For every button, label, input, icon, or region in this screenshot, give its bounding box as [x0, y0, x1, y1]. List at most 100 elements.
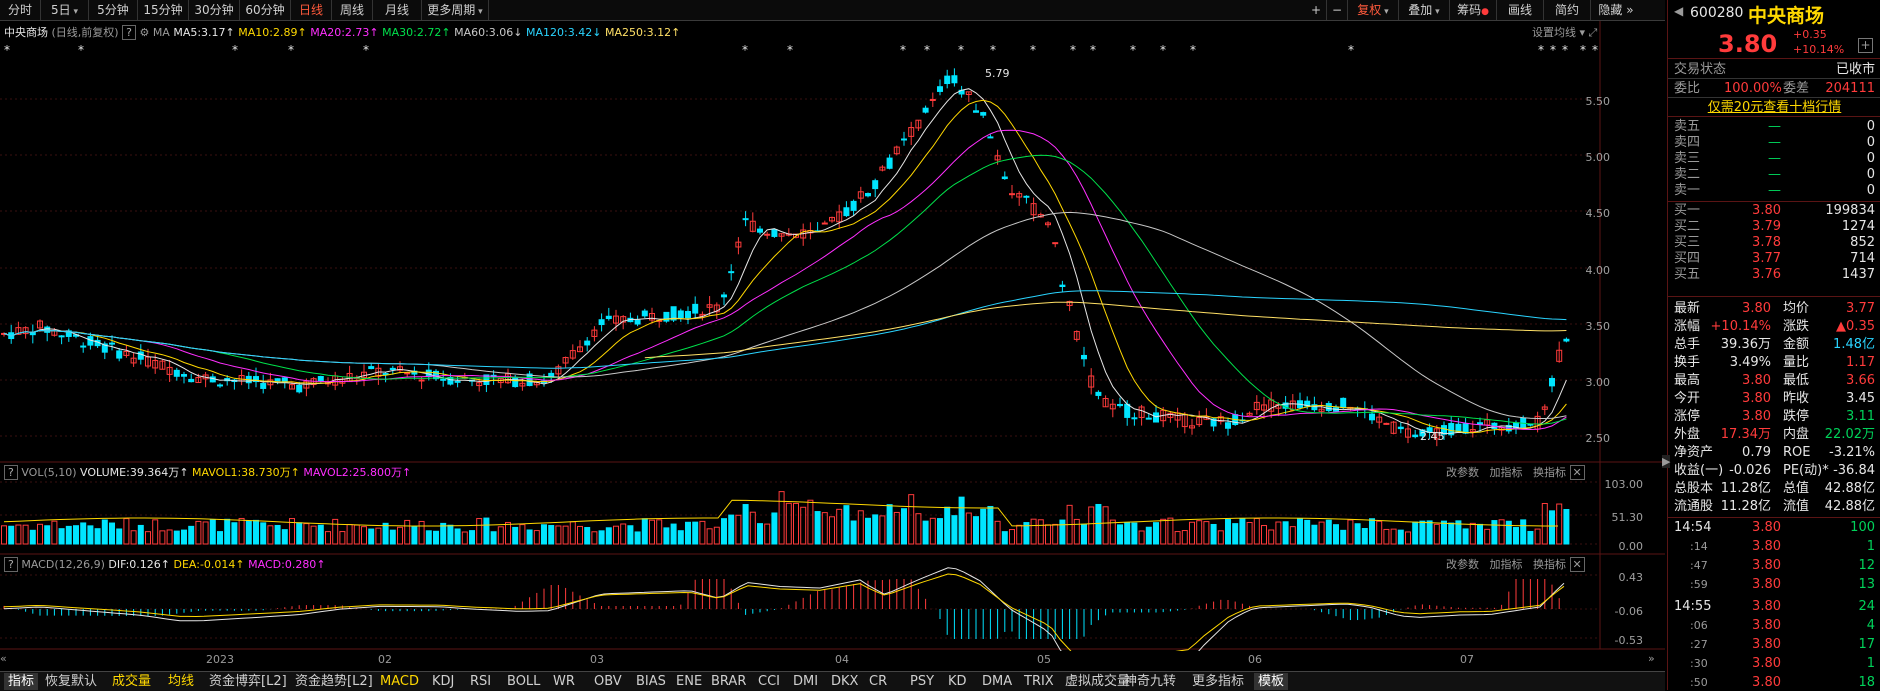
collapse-left-icon[interactable]: ◀	[1674, 4, 1683, 18]
simple-button[interactable]: 简约	[1544, 0, 1591, 20]
indicator-tab-4[interactable]: 资金博弈[L2]	[209, 673, 287, 690]
candle-body	[721, 294, 727, 298]
candle-body	[1563, 338, 1570, 342]
edit-params-button[interactable]: 改参数	[1446, 466, 1479, 479]
indicator-tab-15[interactable]: CCI	[758, 673, 780, 690]
volume-bar	[1124, 522, 1131, 545]
level2-promo-link[interactable]: 仅需20元查看十档行情	[1668, 99, 1880, 117]
stat-value: -3.21%	[1829, 445, 1875, 460]
level-price: 3.79	[1752, 219, 1781, 234]
volume-bar	[433, 530, 439, 545]
indicator-tab-9[interactable]: BOLL	[507, 673, 540, 690]
edit-params-button[interactable]: 改参数	[1446, 558, 1479, 571]
add-watchlist-icon[interactable]: +	[1858, 38, 1873, 53]
stat-value: ▲0.35	[1836, 319, 1875, 334]
indicator-tab-22[interactable]: TRIX	[1024, 673, 1054, 690]
volume-bar	[1253, 518, 1260, 545]
indicator-tab-1[interactable]: 恢复默认	[45, 673, 97, 690]
period-tab-60min[interactable]: 60分钟	[240, 0, 291, 20]
scroll-right-icon[interactable]: »	[1648, 652, 1655, 665]
draw-line-button[interactable]: 画线	[1497, 0, 1544, 20]
stat-value: 17.34万	[1720, 427, 1771, 442]
quote-header: ◀ 600280 中央商场 3.80 +0.35 +10.14% +	[1668, 0, 1880, 59]
stat-value: 3.11	[1846, 409, 1875, 424]
candle-body	[1131, 417, 1138, 420]
hide-button[interactable]: 隐藏 »	[1591, 0, 1641, 20]
volume-bar	[116, 528, 123, 545]
indicator-tab-6[interactable]: MACD	[380, 673, 419, 690]
indicator-tab-11[interactable]: OBV	[594, 673, 622, 690]
stat-row: 外盘 17.34万 内盘 22.02万	[1668, 426, 1880, 443]
overlay-button[interactable]: 叠加	[1399, 0, 1450, 20]
period-tab-30min[interactable]: 30分钟	[189, 0, 240, 20]
stat-label: ROE	[1783, 445, 1811, 460]
period-tab-timeshare[interactable]: 分时	[0, 0, 41, 20]
indicator-tab-19[interactable]: PSY	[910, 673, 934, 690]
macd-tick: -0.06	[1614, 605, 1643, 618]
close-icon[interactable]: ✕	[1569, 557, 1585, 572]
candle-body	[641, 310, 648, 317]
add-indicator-button[interactable]: 加指标	[1490, 558, 1523, 571]
period-tab-weekly[interactable]: 周线	[332, 0, 373, 20]
level-price: 3.78	[1752, 235, 1781, 250]
candle-body	[764, 233, 771, 236]
indicator-tab-14[interactable]: BRAR	[711, 673, 746, 690]
volume-bar	[1541, 503, 1548, 545]
indicator-tab-12[interactable]: BIAS	[636, 673, 666, 690]
indicator-tab-23[interactable]: 虚拟成交量	[1065, 673, 1130, 690]
candle-body	[109, 342, 115, 345]
candle-body	[188, 378, 195, 383]
volume-bar	[152, 519, 159, 545]
macd-header: ? MACD(12,26,9) DIF:0.126↑ DEA:-0.014↑ M…	[4, 557, 326, 573]
volume-bar	[1189, 521, 1195, 545]
event-marker: *	[1030, 43, 1036, 57]
indicator-tab-20[interactable]: KD	[948, 673, 967, 690]
indicator-tab-0[interactable]: 指标	[4, 673, 39, 690]
trade-status-row: 交易状态 已收市	[1668, 61, 1880, 79]
indicator-tab-18[interactable]: CR	[869, 673, 887, 690]
period-tab-5min[interactable]: 5分钟	[89, 0, 138, 20]
period-tab-daily[interactable]: 日线	[291, 0, 332, 20]
candle-body	[1081, 354, 1087, 360]
indicator-tab-7[interactable]: KDJ	[432, 673, 454, 690]
indicator-tab-5[interactable]: 资金趋势[L2]	[295, 673, 373, 690]
zoom-out-button[interactable]: −	[1327, 0, 1348, 20]
zoom-in-button[interactable]: +	[1306, 0, 1327, 20]
indicator-tab-13[interactable]: ENE	[676, 673, 702, 690]
switch-indicator-button[interactable]: 换指标	[1533, 466, 1566, 479]
switch-indicator-button[interactable]: 换指标	[1533, 558, 1566, 571]
indicator-tab-2[interactable]: 成交量	[112, 673, 151, 690]
indicator-tab-24[interactable]: 神奇九转	[1124, 673, 1176, 690]
volume-bar	[1203, 521, 1210, 545]
help-icon[interactable]: ?	[4, 557, 18, 572]
tick-row: :50 3.80 18	[1668, 674, 1880, 691]
indicator-tab-3[interactable]: 均线	[168, 673, 194, 690]
candle-body	[1325, 403, 1332, 412]
period-tab-monthly[interactable]: 月线	[373, 0, 422, 20]
period-tab-more[interactable]: 更多周期	[422, 0, 489, 20]
candle-body	[454, 380, 461, 383]
chips-button[interactable]: 筹码●	[1450, 0, 1497, 20]
volume-bar	[1239, 518, 1246, 545]
indicator-tab-26[interactable]: 模板	[1254, 673, 1289, 690]
level-price: 3.80	[1752, 203, 1781, 218]
indicator-tab-10[interactable]: WR	[553, 673, 575, 690]
help-icon[interactable]: ?	[4, 465, 18, 480]
close-icon[interactable]: ✕	[1569, 465, 1585, 480]
indicator-tab-16[interactable]: DMI	[793, 673, 818, 690]
indicator-tab-25[interactable]: 更多指标	[1192, 673, 1244, 690]
chart-area[interactable]: 中央商场 (日线,前复权) ? ⚙ MA MA5:3.17↑ MA10:2.89…	[0, 21, 1665, 666]
indicator-tab-21[interactable]: DMA	[982, 673, 1012, 690]
indicator-tab-17[interactable]: DKX	[831, 673, 858, 690]
date-tick: 05	[1037, 653, 1051, 666]
adjust-button[interactable]: 复权	[1348, 0, 1399, 20]
volume-bar	[382, 522, 389, 545]
volume-bar	[1383, 528, 1390, 545]
period-tab-15min[interactable]: 15分钟	[138, 0, 189, 20]
indicator-tab-8[interactable]: RSI	[470, 673, 491, 690]
volume-bar	[1469, 522, 1476, 545]
add-indicator-button[interactable]: 加指标	[1490, 466, 1523, 479]
scroll-left-icon[interactable]: «	[0, 652, 7, 665]
period-tab-5day[interactable]: 5日	[41, 0, 89, 20]
collapse-panel-icon[interactable]: ▶	[1662, 455, 1671, 468]
